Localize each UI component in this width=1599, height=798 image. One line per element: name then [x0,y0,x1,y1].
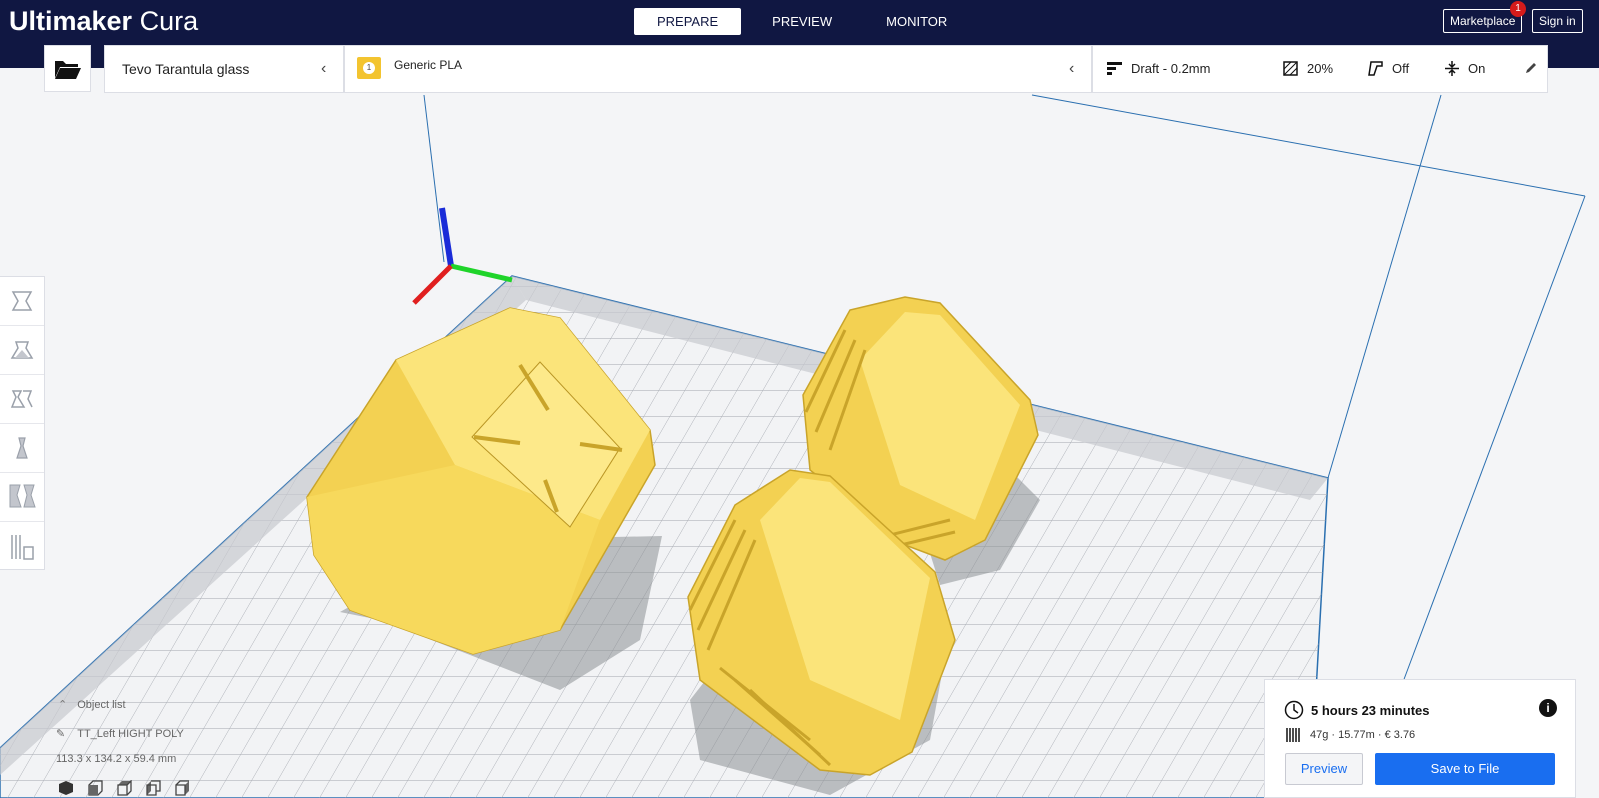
adhesion-setting: On [1445,61,1485,76]
x-axis [412,264,453,305]
clock-icon [1284,700,1304,720]
move-tool-button[interactable] [0,277,44,326]
top-view-button[interactable] [116,779,145,798]
y-axis [450,263,513,283]
per-model-settings-icon [9,484,36,508]
object-list-toggle[interactable]: ⌃ Object list [58,698,126,711]
marketplace-badge: 1 [1510,1,1526,17]
pencil-icon: ✎ [56,728,66,740]
tab-monitor[interactable]: MONITOR [863,8,970,35]
top-view-icon [117,779,132,796]
per-model-settings-button[interactable] [0,473,44,522]
3d-view-icon [59,781,73,795]
chevron-left-icon: ‹ [321,60,327,77]
extruder-badge: 1 [357,57,381,79]
right-view-button[interactable] [174,780,203,798]
build-volume-edge [423,94,445,263]
infill-icon [1283,61,1298,76]
scale-icon [10,341,34,359]
support-setting: Off [1368,61,1409,76]
support-blocker-icon [11,534,34,560]
print-output-panel: 5 hours 23 minutes i 47g · 15.77m · € 3.… [1264,679,1576,798]
pencil-icon [1525,62,1546,74]
move-icon [11,291,33,311]
material-name: Generic PLA [394,58,463,72]
material-estimate: 47g · 15.77m · € 3.76 [1286,728,1415,742]
right-view-icon [175,780,189,796]
object-name: TT_Left HIGHT POLY [77,728,184,740]
print-time: 5 hours 23 minutes [1284,700,1429,720]
chevron-left-icon: ‹ [1069,60,1075,77]
profile-setting: Draft - 0.2mm [1107,61,1210,76]
app-logo: Ultimaker Cura [9,6,199,36]
left-toolbar [0,276,45,570]
support-blocker-button[interactable] [0,522,44,571]
front-view-button[interactable] [87,780,116,798]
rotate-icon [10,390,33,408]
infill-setting: 20% [1283,61,1333,76]
build-volume-edge [1031,94,1586,197]
printer-name: Tevo Tarantula glass [122,61,250,77]
open-file-button[interactable] [44,45,91,92]
object-dimensions: 113.3 x 134.2 x 59.4 mm [56,753,177,765]
material-selector[interactable]: 1 Generic PLA ‹ [344,45,1092,93]
front-view-icon [88,780,103,796]
sign-in-button[interactable]: Sign in [1532,9,1583,33]
mirror-icon [16,437,28,459]
tab-prepare[interactable]: PREPARE [634,8,742,35]
scale-tool-button[interactable] [0,326,44,375]
camera-view-buttons [58,779,203,798]
info-icon[interactable]: i [1539,699,1557,717]
object-list-title: Object list [77,699,126,711]
folder-open-icon [54,60,81,79]
left-view-button[interactable] [145,780,174,798]
filament-icon [1286,728,1300,742]
save-to-file-button[interactable]: Save to File [1375,753,1555,785]
left-view-icon [146,780,161,796]
mirror-tool-button[interactable] [0,424,44,473]
rotate-tool-button[interactable] [0,375,44,424]
object-name-row[interactable]: ✎ TT_Left HIGHT POLY [56,727,184,740]
build-volume-edge [1399,195,1586,691]
3d-view-button[interactable] [58,780,87,798]
chevron-up-icon: ⌃ [58,699,68,711]
tab-preview[interactable]: PREVIEW [749,8,855,35]
print-settings-selector[interactable]: Draft - 0.2mm 20% Off On [1092,45,1548,93]
build-plate-grid [0,276,1328,798]
profile-icon [1107,61,1122,75]
support-icon [1368,61,1383,76]
printer-selector[interactable]: Tevo Tarantula glass ‹ [104,45,344,93]
stage-tabs: PREPARE PREVIEW MONITOR [634,8,978,35]
adhesion-icon [1445,61,1459,76]
preview-button[interactable]: Preview [1285,753,1363,785]
